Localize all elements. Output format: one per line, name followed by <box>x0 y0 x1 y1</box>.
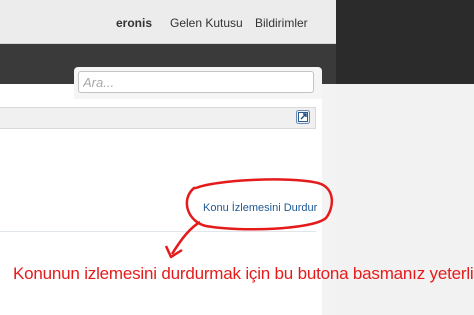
top-navigation-bar: eronis Gelen Kutusu Bildirimler <box>0 0 336 44</box>
page-background-dark <box>336 0 474 84</box>
notifications-link[interactable]: Bildirimler <box>255 16 308 30</box>
content-divider <box>0 231 316 232</box>
username-link[interactable]: eronis <box>116 16 152 30</box>
search-input[interactable] <box>78 71 314 93</box>
expand-icon[interactable] <box>296 110 310 124</box>
inbox-link[interactable]: Gelen Kutusu <box>170 16 243 30</box>
thread-header-bar <box>0 107 316 129</box>
annotation-text: Konunun izlemesini durdurmak için bu but… <box>13 264 474 283</box>
unwatch-thread-button[interactable]: Konu İzlemesini Durdur <box>203 202 317 214</box>
